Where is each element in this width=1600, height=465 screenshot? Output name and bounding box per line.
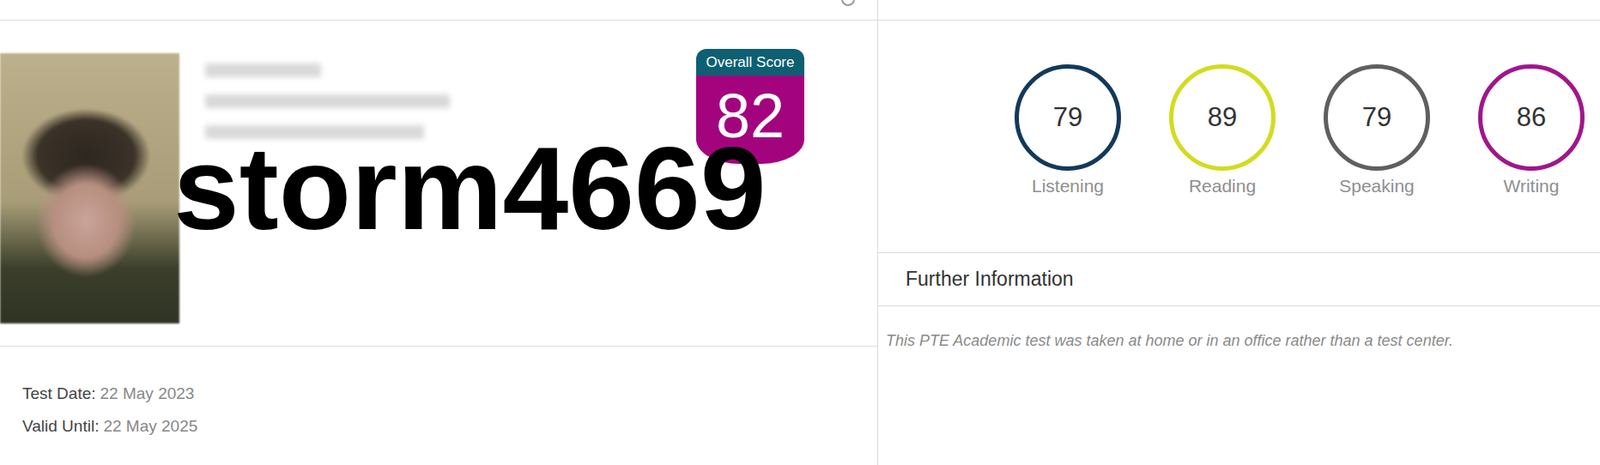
- further-information-title: Further Information: [878, 253, 1600, 307]
- info-icon[interactable]: [841, 0, 855, 7]
- dates: Test Date:22 May 2023Valid Until:22 May …: [0, 346, 878, 437]
- skill-score: 79 Listening: [1014, 64, 1122, 253]
- candidate-header: Overall Score82storm4669: [0, 20, 878, 347]
- candidate-details: [205, 63, 450, 140]
- candidate-panel: Overall Score82storm4669Test Date:22 May…: [0, 0, 879, 465]
- skill-label: Listening: [1031, 175, 1104, 197]
- top-bar: [878, 0, 1600, 21]
- watermark: storm4669: [173, 128, 766, 248]
- skill-score: 86 Writing: [1478, 64, 1585, 253]
- skill-label: Speaking: [1339, 175, 1415, 197]
- blurred-name: [205, 63, 322, 78]
- score-circle: 89: [1169, 64, 1276, 171]
- date-label: Valid Until:: [22, 417, 99, 436]
- skill-score: 79 Speaking: [1323, 64, 1431, 253]
- score-report: Overall Score82storm4669Test Date:22 May…: [0, 0, 1600, 465]
- date-row: Test Date:22 May 2023: [22, 384, 878, 404]
- candidate-photo: [0, 53, 180, 324]
- date-label: Test Date:: [22, 384, 97, 403]
- score-circle: 79: [1323, 64, 1431, 171]
- score-circle: 86: [1478, 64, 1585, 171]
- skill-score: 89 Reading: [1169, 64, 1276, 253]
- skill-label: Writing: [1503, 175, 1560, 197]
- overall-score-label: Overall Score: [696, 48, 805, 76]
- scores-panel: 79 Listening 89 Reading 79 Speaking 86 Writing F…: [878, 0, 1600, 465]
- top-bar: [0, 0, 878, 21]
- blurred-detail: [205, 94, 450, 109]
- date-value: 22 May 2023: [100, 384, 195, 403]
- date-value: 22 May 2025: [103, 417, 198, 436]
- score-circle: 79: [1014, 64, 1122, 171]
- skill-scores: 79 Listening 89 Reading 79 Speaking 86 Writing: [878, 20, 1600, 254]
- date-row: Valid Until:22 May 2025: [22, 417, 878, 437]
- skill-label: Reading: [1188, 175, 1256, 197]
- further-information-note: This PTE Academic test was taken at home…: [878, 306, 1600, 351]
